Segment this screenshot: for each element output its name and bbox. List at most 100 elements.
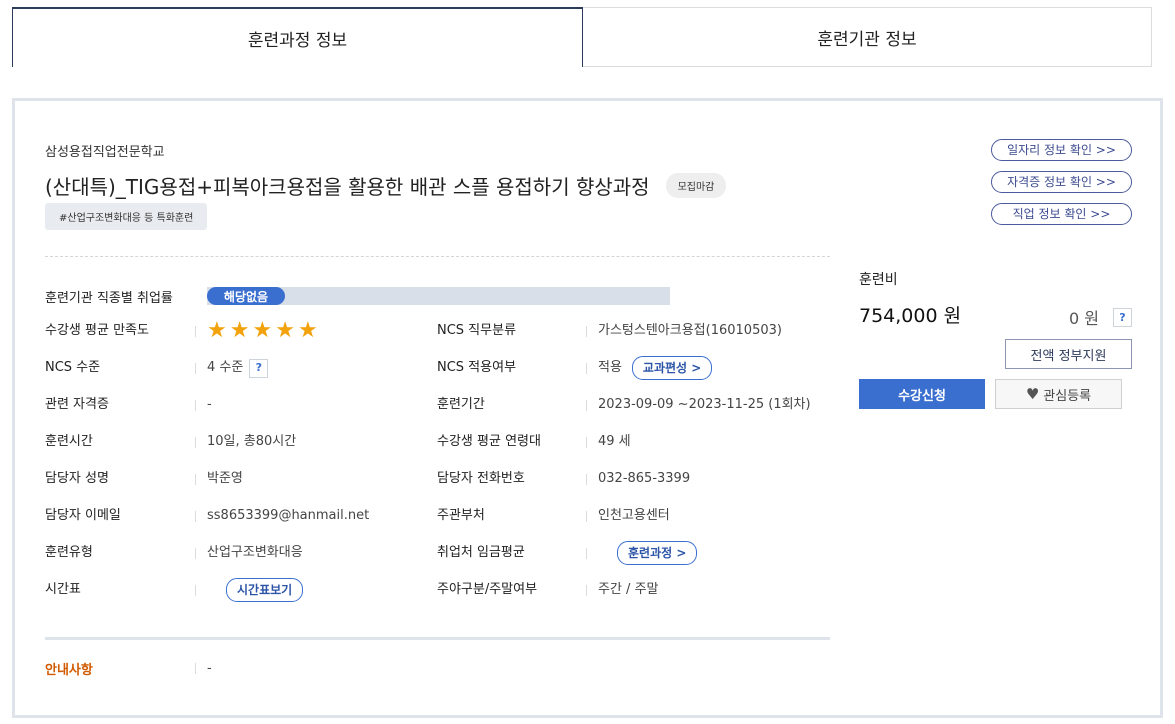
hours-label: 훈련시간 [45,434,93,449]
fee-panel: 훈련비 754,000 원 0 원 ? 전액 정부지원 수강신청 ♥ 관심등록 [859,269,1139,409]
gov-support-button[interactable]: 전액 정부지원 [1005,339,1132,369]
separator [586,363,587,374]
info-row: 담당자 이메일 ss8653399@hanmail.net 주관부처 인천고용센… [45,506,830,543]
course-title-row: (산대특)_TIG용접+피복아크용접을 활용한 배관 스플 용접하기 향상과정 … [45,171,727,200]
separator [195,437,196,448]
satisfaction-stars: ★ ★ ★ ★ ★ [207,318,318,343]
wishlist-button[interactable]: ♥ 관심등록 [995,379,1122,409]
info-row: 훈련유형 산업구조변화대응 취업처 임금평균 훈련과정 > [45,541,830,580]
info-row: 담당자 성명 박준영 담당자 전화번호 032-865-3399 [45,469,830,506]
separator [586,585,587,596]
ncs-apply-value: 적용 [598,360,622,375]
help-icon[interactable]: ? [1113,307,1132,327]
star-rating: ★ ★ ★ ★ ★ [207,318,318,343]
ncs-level-value: 4 수준 [207,360,244,375]
email-label: 담당자 이메일 [45,508,121,523]
ncs-level-cell: 4 수준 ? [207,358,269,378]
certificate-info-link[interactable]: 자격증 정보 확인 >> [991,171,1132,193]
age-label: 수강생 평균 연령대 [437,434,541,449]
notice-value: - [207,661,212,676]
phone-label: 담당자 전화번호 [437,471,525,486]
dept-label: 주관부처 [437,508,485,523]
daynight-value: 주간 / 주말 [598,582,659,597]
divider [45,637,830,640]
star-icon: ★ [207,318,227,343]
manager-value: 박준영 [207,471,243,486]
course-title: (산대특)_TIG용접+피복아크용접을 활용한 배관 스플 용접하기 향상과정 [45,175,650,199]
info-row: 시간표 시간표보기 주야구분/주말여부 주간 / 주말 [45,578,830,617]
course-detail-panel: 삼성용접직업전문학교 (산대특)_TIG용접+피복아크용접을 활용한 배관 스플… [12,98,1163,718]
star-icon: ★ [252,318,273,343]
tab-bar: 훈련과정 정보 훈련기관 정보 [12,7,1152,67]
separator [195,326,196,337]
type-value: 산업구조변화대응 [207,545,303,560]
wage-label: 취업처 임금평균 [437,545,525,560]
star-icon: ★ [229,318,250,343]
cert-value: - [207,397,212,412]
type-label: 훈련유형 [45,545,93,560]
help-icon[interactable]: ? [249,358,269,378]
ncs-apply-cell: 적용 교과편성 > [598,356,713,380]
fee-label: 훈련비 [859,272,898,288]
info-link-group: 일자리 정보 확인 >> 자격증 정보 확인 >> 직업 정보 확인 >> [991,139,1132,235]
dept-value: 인천고용센터 [598,508,670,523]
wage-cell: 훈련과정 > [617,541,698,565]
separator [195,663,196,674]
age-value: 49 세 [598,434,631,449]
employment-rate-value: 해당없음 [207,287,285,305]
separator [586,437,587,448]
tab-course-info[interactable]: 훈련과정 정보 [12,7,583,67]
job-info-link[interactable]: 일자리 정보 확인 >> [991,139,1132,161]
separator [195,548,196,559]
separator [586,400,587,411]
tab-institution-info[interactable]: 훈련기관 정보 [583,7,1152,67]
separator [586,326,587,337]
notice-row: 안내사항 - [45,659,212,678]
email-value: ss8653399@hanmail.net [207,508,370,523]
separator [195,474,196,485]
separator [586,548,587,559]
manager-label: 담당자 성명 [45,471,109,486]
info-row: 관련 자격증 - 훈련기간 2023-09-09 ~2023-11-25 (1회… [45,395,830,432]
apply-button[interactable]: 수강신청 [859,379,985,409]
daynight-label: 주야구분/주말여부 [437,582,538,597]
info-row: NCS 수준 4 수준 ? NCS 적용여부 적용 교과편성 > [45,356,830,395]
timetable-cell: 시간표보기 [226,578,304,602]
timetable-label: 시간표 [45,582,81,597]
gov-support-amount: 0 원 [1069,309,1099,328]
period-label: 훈련기간 [437,397,485,412]
notice-label: 안내사항 [45,663,93,678]
employment-rate-label: 훈련기관 직종별 취업률 [45,291,173,306]
separator [586,511,587,522]
separator [586,474,587,485]
heart-icon: ♥ [1025,385,1040,403]
gov-support-amount-row: 0 원 ? [1069,305,1132,329]
fee-amount: 754,000 원 [859,305,962,327]
school-name: 삼성용접직업전문학교 [45,145,165,160]
ncs-job-value: 가스텅스텐아크용접(16010503) [598,323,782,338]
wage-course-button[interactable]: 훈련과정 > [617,541,698,565]
info-grid: 수강생 평균 만족도 ★ ★ ★ ★ ★ NCS 직무분류 가스텅스텐아크용접(1601… [45,318,830,617]
timetable-button[interactable]: 시간표보기 [226,578,304,602]
info-row: 수강생 평균 만족도 ★ ★ ★ ★ ★ NCS 직무분류 가스텅스텐아크용접(1601… [45,318,830,358]
wishlist-label: 관심등록 [1043,388,1092,404]
satisfaction-label: 수강생 평균 만족도 [45,323,149,338]
separator [195,585,196,596]
star-icon: ★ [297,318,318,343]
hours-value: 10일, 총80시간 [207,434,297,449]
curriculum-button[interactable]: 교과편성 > [631,356,713,380]
separator [195,511,196,522]
employment-rate-bar: 해당없음 [207,287,670,305]
course-tag: #산업구조변화대응 등 특화훈련 [45,203,208,230]
phone-value: 032-865-3399 [598,471,691,486]
ncs-level-label: NCS 수준 [45,360,101,375]
ncs-apply-label: NCS 적용여부 [437,360,517,375]
star-icon: ★ [275,318,295,343]
divider [45,256,830,257]
separator [195,400,196,411]
info-row: 훈련시간 10일, 총80시간 수강생 평균 연령대 49 세 [45,432,830,469]
ncs-job-label: NCS 직무분류 [437,323,517,338]
occupation-info-link[interactable]: 직업 정보 확인 >> [991,203,1132,225]
status-badge: 모집마감 [665,173,727,198]
separator [195,363,196,374]
